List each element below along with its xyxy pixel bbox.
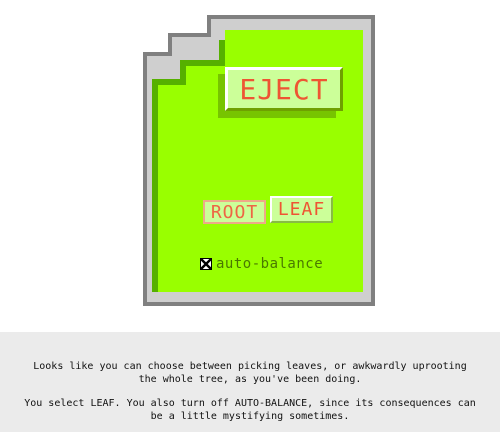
narration-text: Looks like you can choose between pickin… [33,361,467,385]
leaf-mode-button[interactable]: LEAF [270,196,333,223]
game-stage: EJECT ROOT LEAF auto-balance Looks like … [0,0,500,432]
narration-panel: Looks like you can choose between pickin… [0,332,500,432]
checkbox-x-icon [201,259,211,269]
device-body-top [225,30,363,70]
root-mode-button[interactable]: ROOT [203,200,266,224]
auto-balance-checkbox[interactable] [200,258,212,270]
eject-button[interactable]: EJECT [225,67,343,111]
auto-balance-label[interactable]: auto-balance [216,256,323,272]
narration-text: You select LEAF. You also turn off AUTO-… [24,398,476,422]
